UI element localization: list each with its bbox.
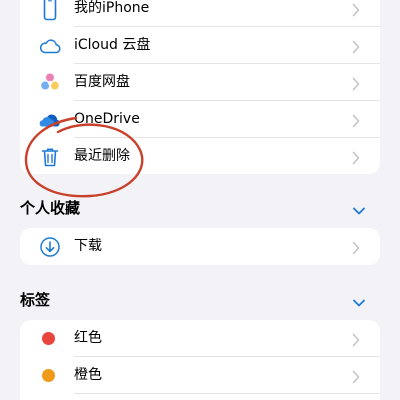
tag-label: 橙色 [74, 367, 102, 383]
baidu-netdisk-icon [38, 71, 62, 95]
tag-label: 红色 [74, 330, 102, 346]
chevron-right-icon [352, 240, 360, 255]
location-label: 百度网盘 [74, 74, 130, 90]
chevron-right-icon [352, 150, 360, 165]
files-browse-screen: 我的iPhone iCloud 云盘 百度网盘 OneDrive 最近删除 个人… [0, 0, 400, 400]
phone-icon [38, 0, 62, 21]
divider [74, 393, 380, 394]
tags-list: 红色 橙色 [20, 320, 380, 400]
download-icon [38, 235, 62, 259]
tags-section-header[interactable]: 标签 [20, 288, 380, 312]
favorite-label: 下载 [74, 238, 102, 254]
location-item-iphone[interactable]: 我的iPhone [20, 0, 380, 27]
icloud-icon [38, 34, 62, 58]
locations-list: 我的iPhone iCloud 云盘 百度网盘 OneDrive 最近删除 [20, 0, 380, 174]
trash-icon [38, 145, 62, 169]
section-title: 个人收藏 [20, 199, 81, 217]
tag-item-red[interactable]: 红色 [20, 320, 380, 357]
section-title: 标签 [20, 291, 51, 309]
favorite-item-downloads[interactable]: 下载 [20, 228, 380, 265]
location-item-baidu[interactable]: 百度网盘 [20, 64, 380, 101]
location-label: iCloud 云盘 [74, 37, 151, 53]
location-item-onedrive[interactable]: OneDrive [20, 101, 380, 138]
chevron-right-icon [352, 332, 360, 347]
location-item-icloud[interactable]: iCloud 云盘 [20, 27, 380, 64]
chevron-right-icon [352, 113, 360, 128]
tag-item-orange[interactable]: 橙色 [20, 357, 380, 394]
chevron-down-icon[interactable] [352, 294, 366, 307]
chevron-right-icon [352, 39, 360, 54]
chevron-right-icon [352, 369, 360, 384]
location-label: 我的iPhone [74, 0, 150, 16]
chevron-right-icon [352, 76, 360, 91]
onedrive-icon [38, 108, 62, 132]
chevron-right-icon [352, 2, 360, 17]
location-label: 最近删除 [74, 148, 130, 164]
location-item-recently-deleted[interactable]: 最近删除 [20, 138, 380, 174]
favorites-list: 下载 [20, 228, 380, 265]
tag-color-dot [42, 369, 55, 382]
chevron-down-icon[interactable] [352, 202, 366, 215]
location-label: OneDrive [74, 111, 140, 127]
favorites-section-header[interactable]: 个人收藏 [20, 196, 380, 220]
tag-color-dot [42, 332, 55, 345]
